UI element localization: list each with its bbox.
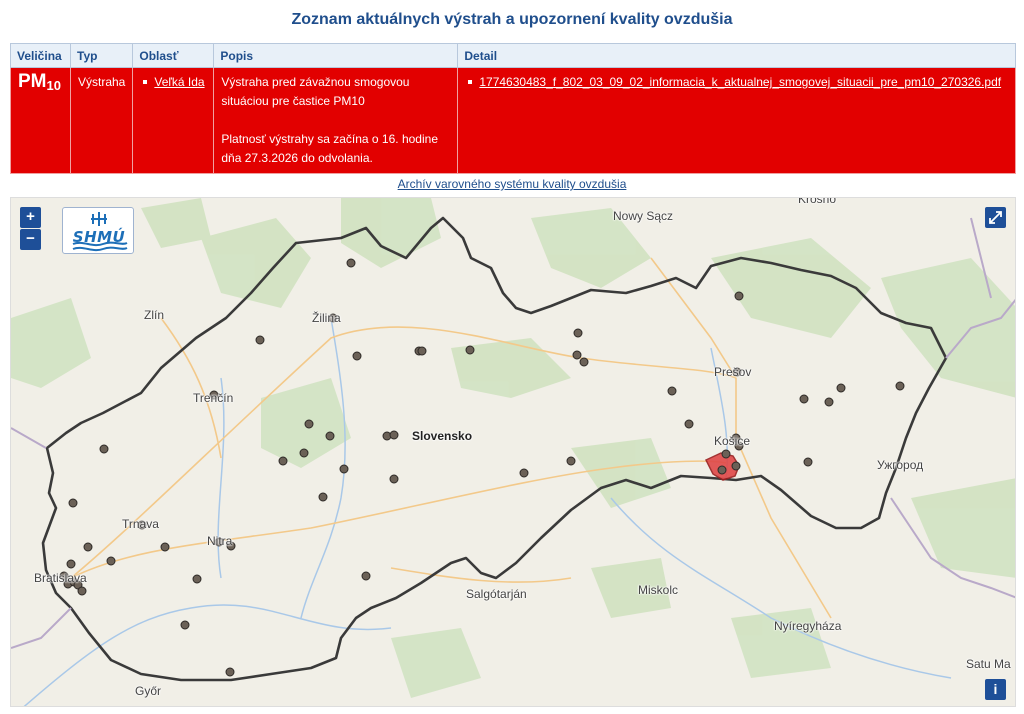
page-title: Zoznam aktuálnych výstrah a upozornení k… [291,11,733,28]
label-zlin: Zlín [144,308,165,322]
detail-pdf-link[interactable]: 1774630483_f_802_03_09_02_informacia_k_a… [479,75,1001,89]
header-area: Oblasť [132,43,215,68]
other-borders [11,217,1015,649]
header-type: Typ [69,43,134,68]
table-row: PM10 Výstraha Veľká Ida Výstraha pred zá… [10,67,1016,174]
header-description: Popis [213,43,459,68]
label-trencin: Trenčín [193,391,234,405]
label-trnava: Trnava [122,517,159,531]
label-krosno: Krosno [798,197,837,206]
quantity-main: PM [18,71,47,92]
fullscreen-button[interactable] [985,207,1006,228]
label-presov: Prešov [714,365,752,379]
validity-text: Platnosť výstrahy sa začína o 16. hodine… [221,132,438,165]
forest-areas [11,198,1015,698]
label-satu-mare: Satu Ma [966,657,1011,671]
shmu-logo: SHMÚ [62,207,134,254]
header-detail: Detail [457,43,1016,68]
logo-text: SHMÚ [72,228,126,246]
type-cell: Výstraha [69,67,134,174]
zoom-in-button[interactable]: + [20,207,41,228]
label-salgotarjan: Salgótarján [466,587,527,601]
label-miskolc: Miskolc [638,583,679,597]
zoom-out-button[interactable]: − [20,229,41,250]
label-zilina: Žilina [312,311,341,325]
label-nowy-sacz: Nowy Sącz [613,209,674,223]
quantity-sub: 10 [46,78,61,93]
map-view[interactable]: Krosno Nowy Sącz Zlín Žilina Prešov Tren… [10,197,1016,707]
area-cell: Veľká Ida [132,67,215,174]
label-nyiregyhaza: Nyíregyháza [774,619,842,633]
quantity-cell: PM10 [10,67,71,174]
expand-icon [989,211,1002,224]
header-quantity: Veličina [10,43,71,68]
label-uzhorod: Ужгород [877,458,924,472]
detail-cell: 1774630483_f_802_03_09_02_informacia_k_a… [457,67,1016,174]
info-button[interactable]: i [985,679,1006,700]
area-link[interactable]: Veľká Ida [154,75,204,89]
description-cell: Výstraha pred závažnou smogovou situácio… [213,67,459,174]
label-kosice: Košice [714,434,751,448]
archive-link[interactable]: Archív varovného systému kvality ovzduši… [0,177,1024,191]
label-nitra: Nitra [207,534,233,548]
label-gyor: Győr [135,684,162,698]
alerts-table: Veličina Typ Oblasť Popis Detail PM10 Vý… [10,43,1016,174]
label-bratislava: Bratislava [34,571,87,585]
map-base [11,198,1015,706]
label-slovensko: Slovensko [412,429,473,443]
description-text: Výstraha pred závažnou smogovou situácio… [221,75,410,108]
